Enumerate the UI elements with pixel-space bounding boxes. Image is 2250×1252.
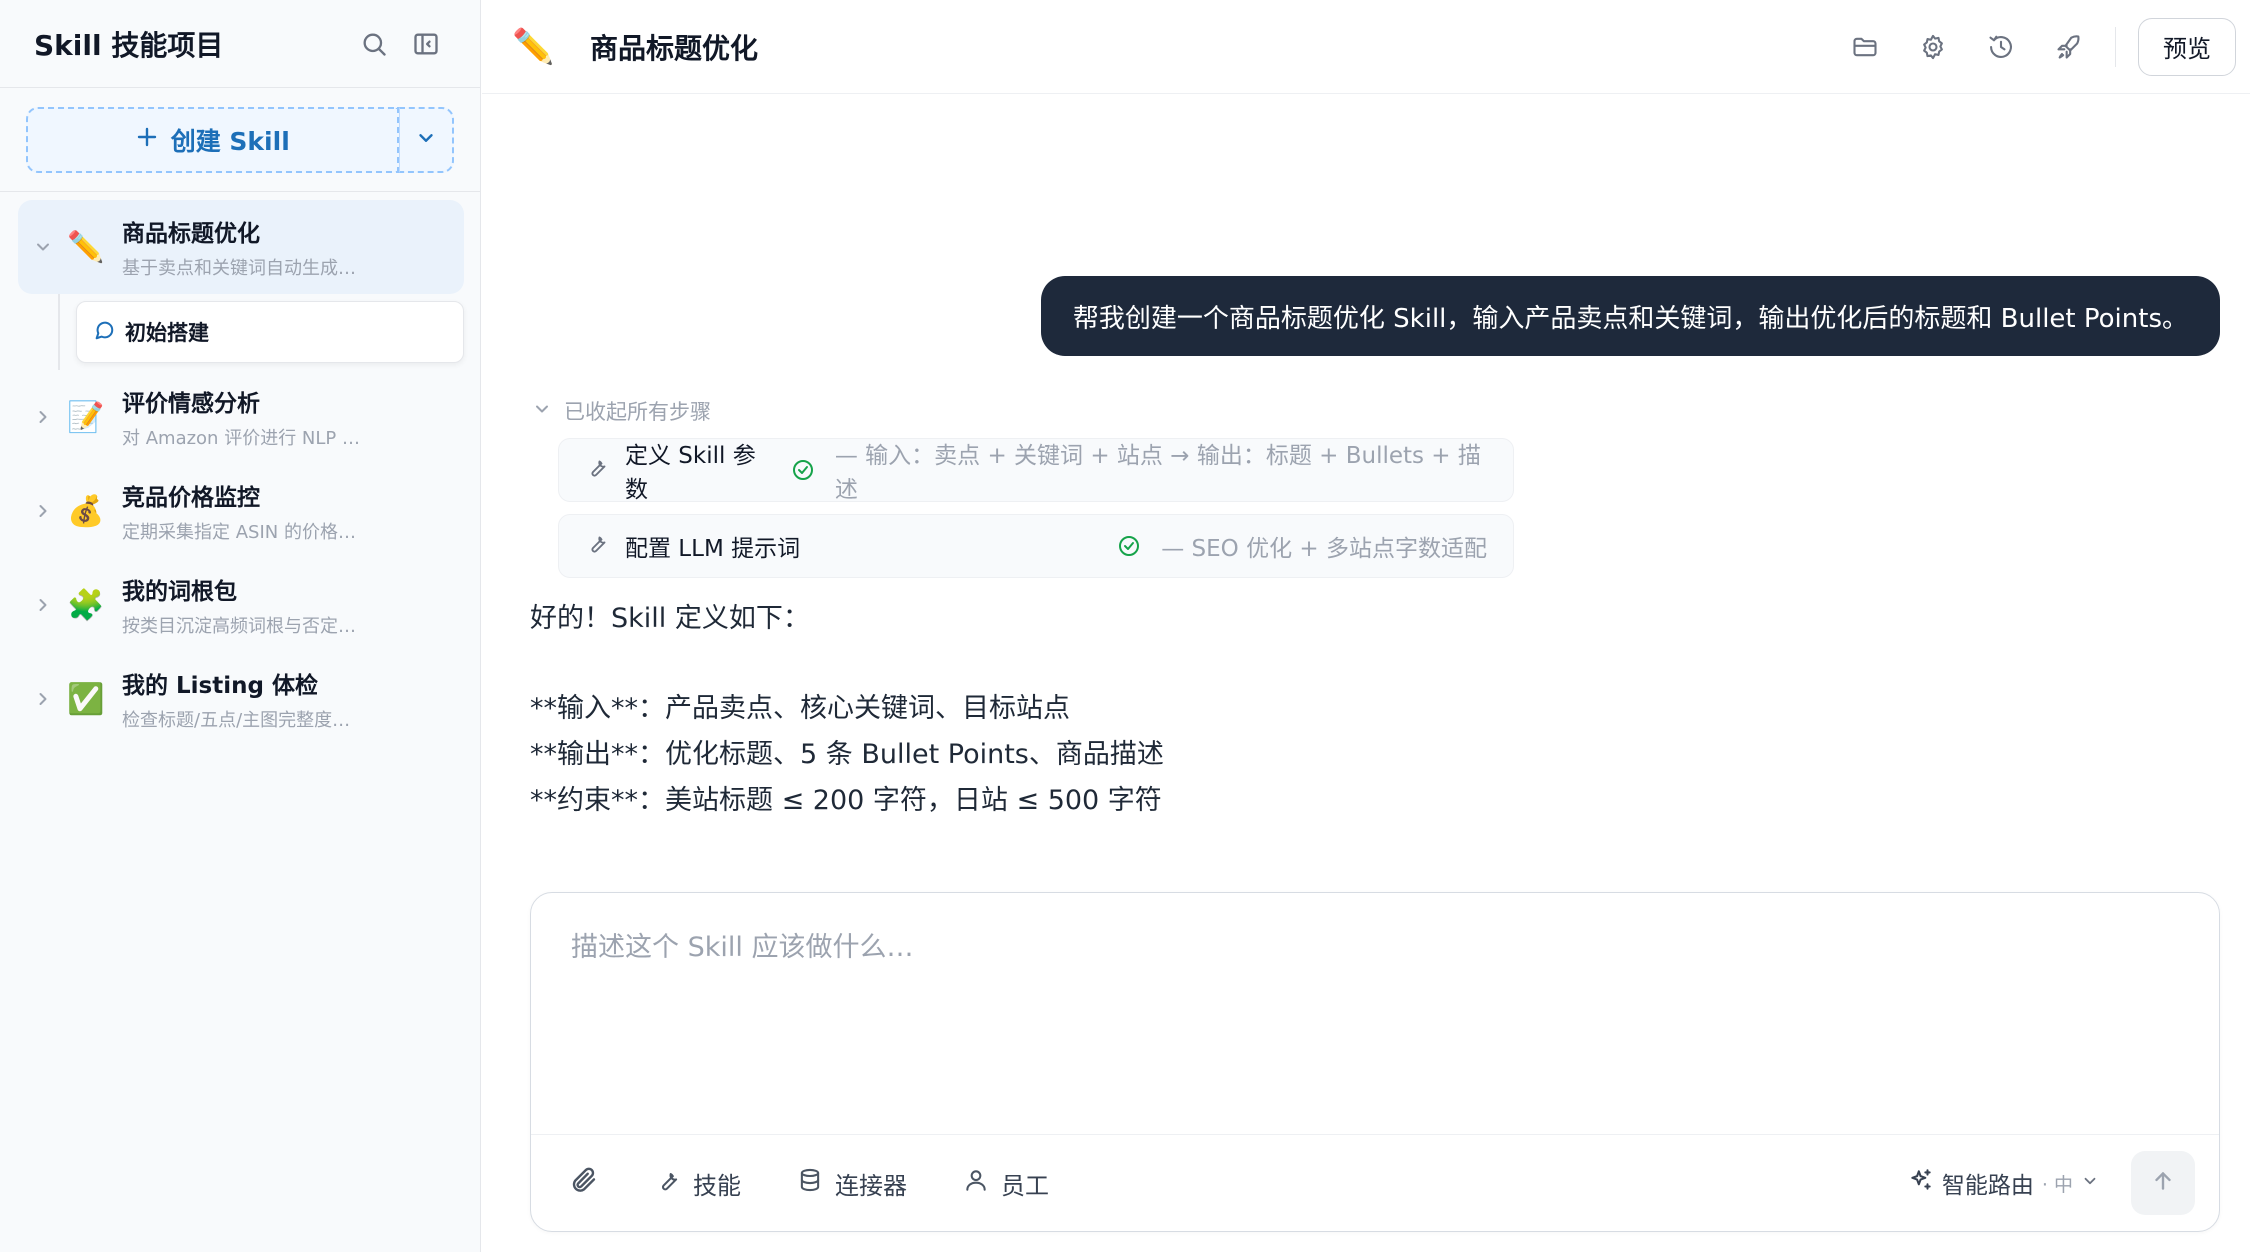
- skill-desc: 基于卖点和关键词自动生成…: [122, 258, 356, 279]
- assistant-line: **约束**：美站标题 ≤ 200 字符，日站 ≤ 500 字符: [530, 785, 1162, 816]
- plus-icon: [135, 125, 159, 155]
- route-label: 智能路由: [1941, 1173, 2034, 1199]
- assistant-line: **输入**：产品卖点、核心关键词、目标站点: [530, 693, 1070, 724]
- staff-label: 员工: [1001, 1171, 1049, 1200]
- chevron-down-icon: [532, 399, 552, 424]
- sparkles-icon: [1908, 1167, 1934, 1199]
- smart-route-selector[interactable]: 智能路由 · 中: [1908, 1151, 2099, 1215]
- staff-button[interactable]: 员工: [963, 1151, 1049, 1215]
- steps-toggle-label: 已收起所有步骤: [564, 400, 711, 424]
- skill-name: 竞品价格监控: [122, 485, 260, 511]
- create-skill-area: 创建 Skill: [0, 88, 480, 192]
- sidebar: Skill 技能项目 创建 Skill ✏️ 商品标题优化 基于卖点和关键词自动…: [0, 0, 481, 1252]
- skill-desc: 按类目沉淀高频词根与否定…: [122, 616, 356, 637]
- wrench-icon: [585, 531, 609, 561]
- chevron-right-icon[interactable]: [30, 592, 56, 618]
- money-bag-icon: 💰: [67, 493, 105, 529]
- rocket-icon[interactable]: [2047, 25, 2091, 69]
- chevron-right-icon[interactable]: [30, 498, 56, 524]
- database-icon: [797, 1167, 823, 1199]
- user-icon: [963, 1167, 989, 1199]
- create-skill-label: 创建 Skill: [170, 126, 290, 156]
- skill-list: ✏️ 商品标题优化 基于卖点和关键词自动生成… 初始搭建 📝 评价情感分析 对 …: [18, 200, 464, 746]
- preview-button[interactable]: 预览: [2138, 17, 2236, 76]
- check-circle-icon: [1117, 534, 1141, 558]
- connectors-button[interactable]: 连接器: [797, 1151, 907, 1215]
- assistant-line: 好的！Skill 定义如下：: [530, 603, 810, 634]
- skill-name: 评价情感分析: [122, 391, 260, 417]
- check-mark-icon: ✅: [67, 681, 105, 717]
- wrench-icon: [585, 455, 609, 485]
- collapse-sidebar-icon[interactable]: [406, 24, 446, 64]
- memo-icon: 📝: [67, 399, 105, 435]
- route-level: · 中: [2041, 1173, 2073, 1196]
- composer-divider: [531, 1134, 2219, 1135]
- sub-item-initial-setup[interactable]: 初始搭建: [76, 301, 464, 363]
- skill-desc: 检查标题/五点/主图完整度…: [122, 710, 351, 731]
- sidebar-header: Skill 技能项目: [0, 0, 480, 88]
- chevron-down-icon[interactable]: [30, 234, 56, 260]
- puzzle-icon: 🧩: [67, 587, 105, 623]
- skill-desc: 定期采集指定 ASIN 的价格…: [122, 522, 356, 543]
- page-title: 商品标题优化: [590, 31, 759, 65]
- pencil-icon: ✏️: [512, 26, 555, 67]
- step-card[interactable]: 定义 Skill 参数 — 输入：卖点 + 关键词 + 站点 → 输出：标题 +…: [558, 438, 1514, 503]
- history-icon[interactable]: [1979, 25, 2023, 69]
- user-message: 帮我创建一个商品标题优化 Skill，输入产品卖点和关键词，输出优化后的标题和 …: [1040, 276, 2220, 356]
- paperclip-icon: [569, 1165, 599, 1201]
- skill-name: 商品标题优化: [122, 221, 260, 247]
- chevron-down-icon: [415, 127, 437, 153]
- step-note: — 输入：卖点 + 关键词 + 站点 → 输出：标题 + Bullets + 描…: [834, 443, 1481, 503]
- chevron-right-icon[interactable]: [30, 686, 56, 712]
- send-button[interactable]: [2131, 1151, 2195, 1215]
- skill-item-root-words[interactable]: 🧩 我的词根包 按类目沉淀高频词根与否定…: [18, 558, 464, 652]
- sub-item-label: 初始搭建: [125, 321, 209, 345]
- skill-item-price-monitor[interactable]: 💰 竞品价格监控 定期采集指定 ASIN 的价格…: [18, 464, 464, 558]
- search-icon[interactable]: [354, 24, 394, 64]
- steps-toggle[interactable]: 已收起所有步骤: [532, 396, 711, 426]
- gear-icon[interactable]: [1911, 25, 1955, 69]
- step-card[interactable]: 配置 LLM 提示词 — SEO 优化 + 多站点字数适配: [558, 514, 1514, 578]
- connectors-label: 连接器: [835, 1171, 907, 1200]
- pencil-icon: ✏️: [67, 229, 105, 265]
- sidebar-title: Skill 技能项目: [34, 28, 224, 62]
- check-circle-icon: [791, 458, 815, 482]
- skill-desc: 对 Amazon 评价进行 NLP …: [122, 428, 360, 449]
- composer: 技能 连接器 员工 智能路由 · 中: [530, 892, 2220, 1232]
- folder-icon[interactable]: [1843, 25, 1887, 69]
- assistant-line: **输出**：优化标题、5 条 Bullet Points、商品描述: [530, 739, 1164, 770]
- step-title: 定义 Skill 参数: [625, 443, 756, 503]
- create-skill-dropdown[interactable]: [398, 106, 454, 173]
- skill-name: 我的 Listing 体检: [122, 673, 318, 699]
- skill-item-title-optimizer[interactable]: ✏️ 商品标题优化 基于卖点和关键词自动生成…: [18, 200, 464, 294]
- skill-item-review-sentiment[interactable]: 📝 评价情感分析 对 Amazon 评价进行 NLP …: [18, 370, 464, 464]
- arrow-up-icon: [2150, 1168, 2176, 1198]
- chevron-down-icon: [2081, 1170, 2099, 1196]
- chevron-right-icon[interactable]: [30, 404, 56, 430]
- step-note: — SEO 优化 + 多站点字数适配: [1161, 536, 1487, 562]
- top-bar: ✏️ 商品标题优化 预览: [482, 0, 2250, 94]
- wrench-icon: [655, 1167, 681, 1199]
- chat-bubble-icon: [93, 319, 115, 346]
- step-title: 配置 LLM 提示词: [625, 536, 801, 562]
- skill-sub-tree: 初始搭建: [58, 294, 464, 370]
- skill-item-listing-check[interactable]: ✅ 我的 Listing 体检 检查标题/五点/主图完整度…: [18, 652, 464, 746]
- skills-label: 技能: [693, 1171, 741, 1200]
- create-skill-button[interactable]: 创建 Skill: [26, 106, 399, 173]
- toolbar-divider: [2115, 26, 2116, 67]
- prompt-input[interactable]: [571, 925, 2171, 1085]
- attach-button[interactable]: [569, 1151, 599, 1215]
- skill-name: 我的词根包: [122, 579, 237, 605]
- assistant-message: 好的！Skill 定义如下： **输入**：产品卖点、核心关键词、目标站点 **…: [530, 596, 1164, 824]
- skills-button[interactable]: 技能: [655, 1151, 741, 1215]
- main-panel: ✏️ 商品标题优化 预览 帮我创建一个商品标题优化 Skill，输入产品卖点和关…: [482, 0, 2250, 1252]
